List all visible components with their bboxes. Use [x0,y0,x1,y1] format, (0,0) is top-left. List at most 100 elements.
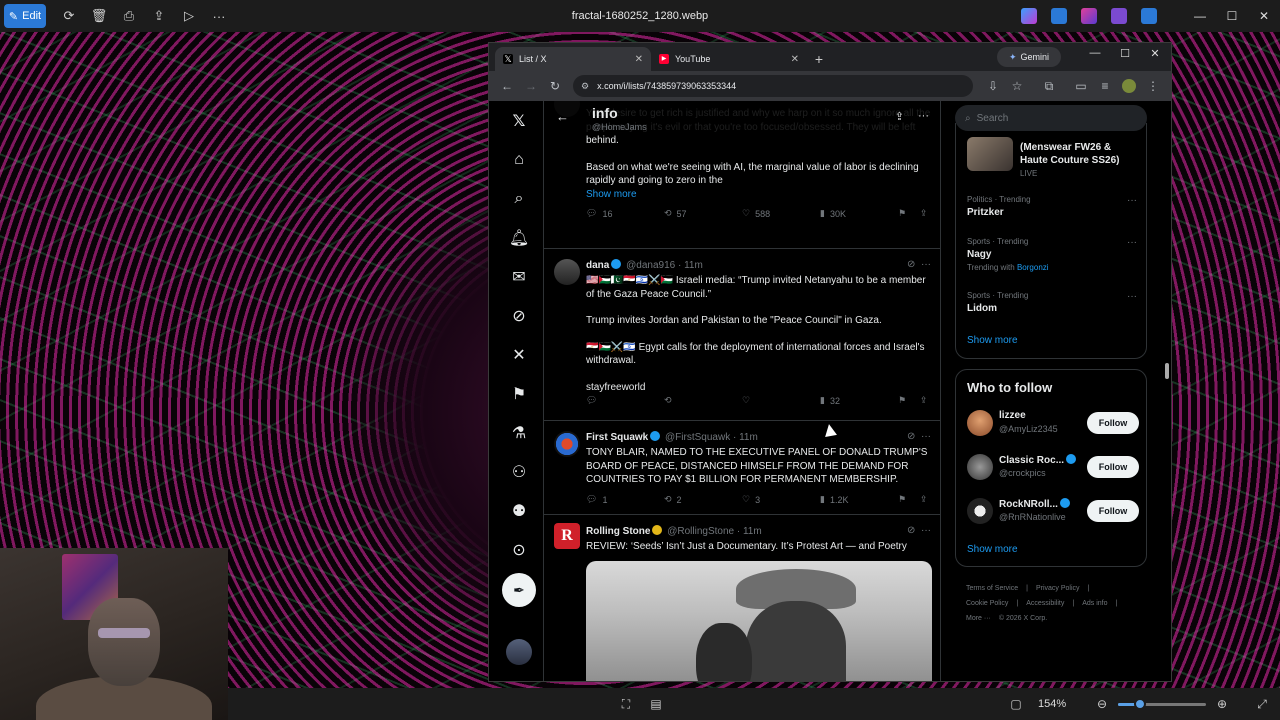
avatar[interactable] [554,259,580,285]
ads-info-link[interactable]: Ads info [1082,600,1107,607]
tweet-time[interactable]: · 11m [737,526,762,537]
app-icon[interactable] [1051,8,1067,24]
bookmark-icon[interactable]: ⚑ [898,395,906,406]
share-icon[interactable]: ⇪ [920,494,928,505]
home-icon[interactable]: ⌂ [507,148,531,172]
bookmarks-icon[interactable]: ⚑ [507,382,531,406]
avatar[interactable] [967,498,993,524]
tweet-more-icon[interactable]: ··· [921,431,931,442]
grok-icon[interactable]: ⊘ [507,304,531,328]
tweet-time[interactable]: · 11m [678,260,703,271]
share-list-icon[interactable]: ⇪ [895,110,904,123]
trends-show-more-link[interactable]: Show more [967,335,1018,346]
explore-search-icon[interactable]: ⌕ [507,187,531,211]
trend-more-icon[interactable]: ··· [1127,291,1137,302]
site-info-icon[interactable]: ⚙ [581,81,589,92]
close-icon[interactable]: ✕ [1248,0,1280,32]
tweet-more-icon[interactable]: ··· [921,525,931,536]
profile-avatar[interactable] [1122,79,1136,93]
repost-button[interactable]: ⟲ 57 [664,208,687,219]
fit-icon[interactable]: ▢ [1008,696,1024,712]
clipchamp-icon[interactable] [1111,8,1127,24]
follow-button[interactable]: Follow [1087,500,1139,522]
trend-more-icon[interactable]: ··· [1127,195,1137,206]
tweet[interactable]: First Squawk @FirstSquawk · 11m ⊘ ··· TO… [544,421,940,515]
author-handle[interactable]: @dana916 [626,260,675,271]
minimize-icon[interactable]: — [1184,0,1216,32]
extensions-icon[interactable]: ⧉ [1037,74,1061,98]
author-name[interactable]: Rolling Stone [586,526,650,537]
grok-icon[interactable]: ⊘ [907,431,915,442]
like-button[interactable]: ♡ 588 [742,208,770,219]
cookie-link[interactable]: Cookie Policy [966,600,1008,607]
reply-button[interactable]: 💬︎ 1 [586,494,607,505]
share-icon[interactable]: ⇪ [920,208,928,219]
author-handle[interactable]: @FirstSquawk [665,432,730,443]
designer-icon[interactable] [1081,8,1097,24]
scrollbar-thumb[interactable] [1165,363,1169,379]
terms-link[interactable]: Terms of Service [966,585,1018,592]
trend-item[interactable]: Sports · Trending Nagy Trending with Bor… [967,237,1137,272]
privacy-link[interactable]: Privacy Policy [1036,585,1080,592]
close-tab-icon[interactable]: ✕ [791,54,799,65]
tweet-media-image[interactable] [586,561,932,681]
account-avatar[interactable] [506,639,532,665]
follow-button[interactable]: Follow [1087,456,1139,478]
more-link[interactable]: More ··· [966,615,991,622]
avatar[interactable] [967,454,993,480]
trend-related-link[interactable]: Borgonzi [1017,263,1049,272]
rotate-icon[interactable]: ⟳ [54,4,84,28]
share-icon[interactable]: ⇪ [144,4,174,28]
author-name[interactable]: First Squawk [586,432,648,443]
like-button[interactable]: ♡ [742,395,755,406]
live-event-thumbnail[interactable] [967,137,1013,171]
reload-icon[interactable]: ↻ [543,74,567,98]
rolling-stone-logo[interactable]: R [554,523,580,549]
crop-icon[interactable]: ⛶ [618,696,634,712]
close-tab-icon[interactable]: ✕ [635,54,643,65]
maximize-icon[interactable]: ☐ [1216,0,1248,32]
browser-maximize-icon[interactable]: ☐ [1115,47,1135,60]
bookmark-star-icon[interactable]: ☆ [1005,74,1029,98]
tweet-more-icon[interactable]: ··· [921,259,931,270]
avatar[interactable] [967,410,993,436]
post-button[interactable]: ✒ [502,573,536,607]
messages-mail-icon[interactable]: ✉ [507,265,531,289]
views-button[interactable]: ▮ 30K [820,208,846,219]
x-logo-icon[interactable]: 𝕏 [507,109,531,133]
follow-suggestion[interactable]: Classic Roc... @crockpics Follow [967,452,1139,482]
repost-button[interactable]: ⟲ [664,395,677,406]
follow-button[interactable]: Follow [1087,412,1139,434]
show-more-link[interactable]: Show more [586,188,932,202]
trend-item[interactable]: Sports · Trending Lidom ··· [967,291,1137,314]
author-name[interactable]: dana [586,260,609,271]
zoom-in-icon[interactable]: ⊕ [1214,696,1230,712]
grok-icon[interactable]: ⊘ [907,259,915,270]
page-scrollbar[interactable] [1163,101,1171,681]
back-arrow-icon[interactable]: ← [556,109,569,124]
address-bar[interactable]: ⚙ x.com/i/lists/743859739063353344 [573,75,973,97]
fullscreen-icon[interactable]: ⤢ [1254,696,1270,712]
list-more-icon[interactable]: ··· [918,110,929,123]
new-tab-icon[interactable]: + [807,47,831,71]
trend-item[interactable]: Politics · Trending Pritzker ··· [967,195,1137,218]
tweet[interactable]: dana @dana916 · 11m ⊘ ··· 🇺🇸🇵🇸🇵🇰🇪🇬🇮🇱⚔️🇵🇸… [544,249,940,421]
tweet-time[interactable]: · 11m [733,432,758,443]
list-owner[interactable]: @HomeJams [592,122,647,132]
suggestion-name[interactable]: RockNRoll... [999,498,1072,510]
grok-icon[interactable]: ⊘ [907,525,915,536]
edit-button[interactable]: ✎ Edit [4,4,46,28]
follow-suggestion[interactable]: RockNRoll... @RnRNationlive Follow [967,496,1139,526]
accessibility-link[interactable]: Accessibility [1026,600,1064,607]
reply-button[interactable]: 💬︎ 16 [586,208,612,219]
author-handle[interactable]: @RollingStone [667,526,734,537]
zoom-out-icon[interactable]: ⊖ [1094,696,1110,712]
zoom-slider[interactable] [1118,698,1206,710]
repost-button[interactable]: ⟲ 2 [664,494,682,505]
tweet[interactable]: R Rolling Stone @RollingStone · 11m ⊘ ··… [544,515,940,681]
more-icon[interactable]: ··· [204,4,234,28]
suggestion-name[interactable]: Classic Roc... [999,454,1078,466]
media-icon[interactable]: ≡ [1093,74,1117,98]
zoom-slider-thumb[interactable] [1134,698,1146,710]
install-icon[interactable]: ⇩ [981,74,1005,98]
